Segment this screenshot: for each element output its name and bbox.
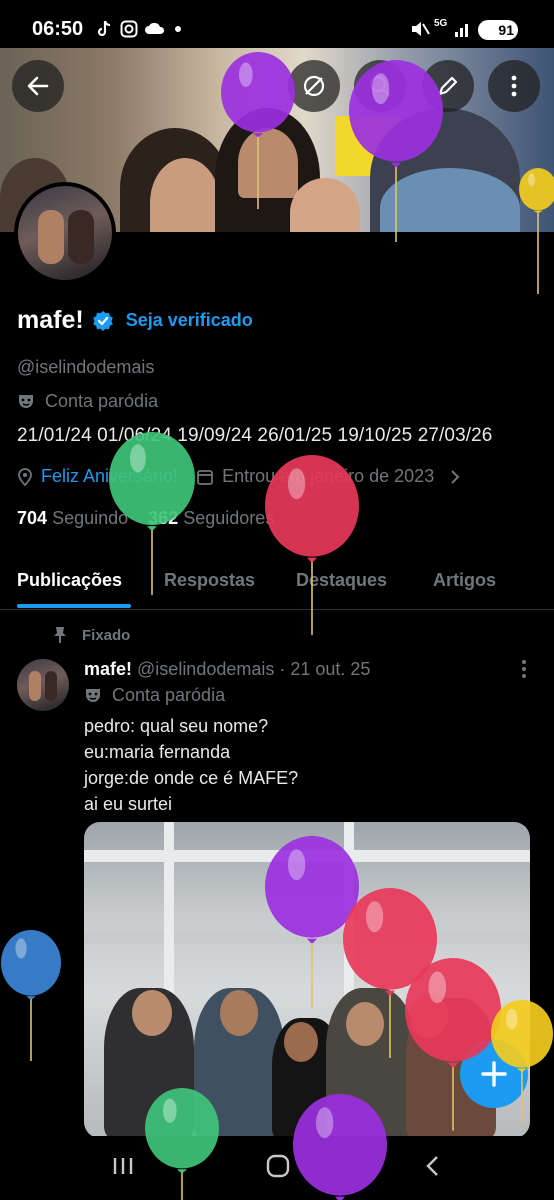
post-meta: @iselindodemais · 21 out. 25 bbox=[137, 659, 371, 679]
home-button[interactable] bbox=[264, 1152, 292, 1185]
arrow-left-icon bbox=[27, 76, 49, 96]
post-avatar[interactable] bbox=[17, 659, 69, 711]
following-link[interactable]: 704 Seguindo bbox=[17, 508, 128, 528]
status-time: 06:50 bbox=[32, 18, 84, 40]
signal-icon bbox=[454, 20, 472, 42]
recents-button[interactable] bbox=[110, 1152, 136, 1185]
post-header: mafe! @iselindodemais · 21 out. 25 bbox=[84, 659, 370, 680]
tab-publicacoes[interactable]: Publicações bbox=[17, 570, 122, 591]
profile-name: mafe! bbox=[17, 306, 84, 334]
home-icon bbox=[266, 1154, 290, 1178]
post-line: jorge:de onde ce é MAFE? bbox=[84, 768, 299, 788]
status-bar: 06:50 5G 91 bbox=[0, 0, 554, 48]
post-line: pedro: qual seu nome? bbox=[84, 716, 269, 736]
search-button[interactable] bbox=[354, 60, 406, 112]
balloon-icon bbox=[1, 930, 61, 1062]
tab-destaques[interactable]: Destaques bbox=[296, 570, 387, 591]
profile-avatar[interactable] bbox=[14, 182, 116, 284]
tiktok-icon bbox=[96, 20, 112, 42]
profile-handle: @iselindodemais bbox=[17, 357, 155, 377]
parody-mask-icon bbox=[86, 688, 100, 702]
more-vertical-icon bbox=[522, 660, 526, 678]
back-nav-button[interactable] bbox=[420, 1152, 446, 1185]
recents-icon bbox=[113, 1158, 133, 1174]
profile-bio: 21/01/24 01/06/24 19/09/24 26/01/25 19/1… bbox=[17, 425, 493, 446]
system-nav-bar bbox=[0, 1136, 554, 1200]
get-verified-link[interactable]: Seja verificado bbox=[126, 310, 253, 331]
calendar-icon bbox=[197, 469, 213, 485]
post-parody-label: Conta paródia bbox=[84, 685, 225, 706]
post-photo[interactable] bbox=[84, 822, 530, 1138]
followers-link[interactable]: 362 Seguidores bbox=[148, 508, 274, 528]
followers-label: Seguidores bbox=[183, 508, 275, 528]
post-parody-text: Conta paródia bbox=[112, 685, 226, 705]
back-button[interactable] bbox=[12, 60, 64, 112]
search-icon bbox=[369, 75, 391, 97]
5g-icon: 5G bbox=[434, 18, 448, 29]
post-line: ai eu surtei bbox=[84, 794, 173, 814]
tab-respostas[interactable]: Respostas bbox=[164, 570, 255, 591]
location-link[interactable]: Feliz Aniversário! bbox=[41, 466, 178, 487]
back-icon bbox=[426, 1156, 438, 1176]
dot-icon bbox=[174, 20, 182, 40]
parody-text: Conta paródia bbox=[45, 391, 159, 411]
instagram-icon bbox=[120, 20, 138, 42]
profile-tabs: Publicações Respostas Destaques Artigos bbox=[0, 554, 554, 610]
edit-icon bbox=[438, 76, 458, 96]
profile-name-row: mafe! Seja verificado bbox=[17, 306, 253, 335]
battery-icon: 91 bbox=[478, 20, 518, 40]
verified-badge-icon bbox=[92, 310, 113, 331]
joined-date: Entrou em janeiro de 2023 bbox=[222, 466, 435, 486]
post-line: eu:maria fernanda bbox=[84, 742, 231, 762]
parody-mask-icon bbox=[19, 394, 33, 408]
more-vertical-icon bbox=[511, 75, 517, 97]
parody-label: Conta paródia bbox=[17, 391, 158, 412]
unsync-icon bbox=[303, 75, 325, 97]
unsync-button[interactable] bbox=[288, 60, 340, 112]
compose-button[interactable] bbox=[460, 1040, 528, 1108]
post-text: pedro: qual seu nome? eu:maria fernanda … bbox=[84, 713, 298, 817]
edit-button[interactable] bbox=[422, 60, 474, 112]
followers-count: 362 bbox=[148, 508, 179, 528]
pin-icon bbox=[54, 627, 66, 643]
plus-icon bbox=[481, 1061, 507, 1087]
profile-meta: Feliz Aniversário! Entrou em janeiro de … bbox=[17, 466, 462, 487]
pinned-label: Fixado bbox=[82, 626, 131, 644]
cloud-icon bbox=[144, 20, 166, 40]
mute-icon bbox=[410, 20, 430, 42]
location-pin-icon bbox=[18, 467, 32, 486]
more-button[interactable] bbox=[488, 60, 540, 112]
follow-stats: 704 Seguindo 362 Seguidores bbox=[17, 508, 274, 529]
post-author[interactable]: mafe! bbox=[84, 659, 132, 679]
following-count: 704 bbox=[17, 508, 48, 528]
pinned-indicator: Fixado bbox=[52, 626, 130, 644]
active-tab-indicator bbox=[17, 604, 131, 608]
tab-artigos[interactable]: Artigos bbox=[433, 570, 496, 591]
post-more-button[interactable] bbox=[518, 658, 530, 686]
chevron-right-icon[interactable] bbox=[448, 468, 462, 486]
following-label: Seguindo bbox=[52, 508, 129, 528]
